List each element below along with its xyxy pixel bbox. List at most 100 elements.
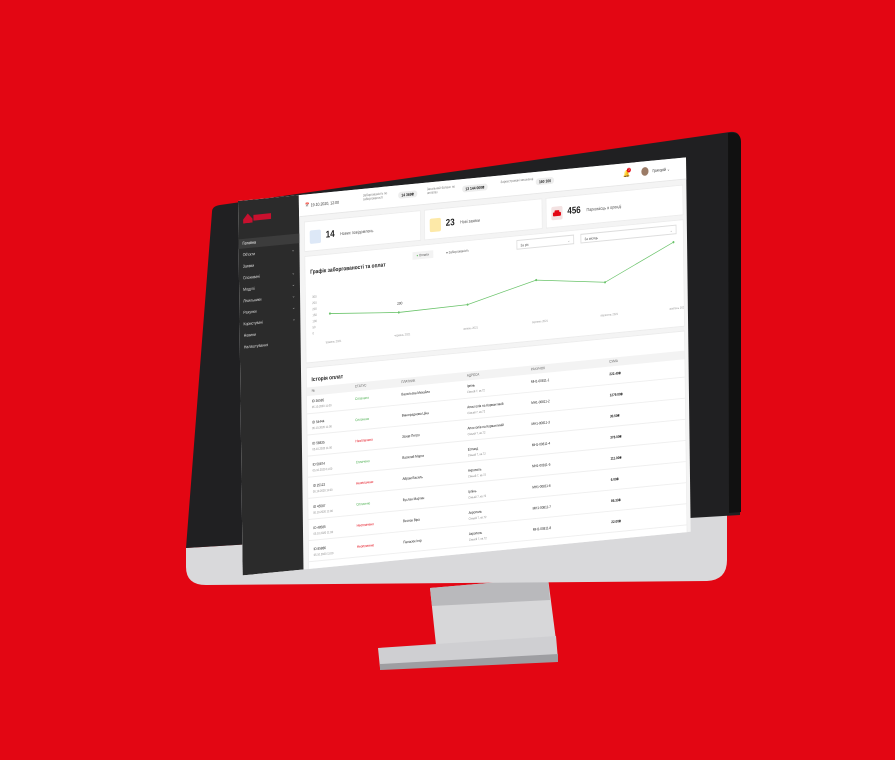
row-payer: Винограднова Ціна bbox=[401, 411, 429, 418]
row-address: Еспанд bbox=[467, 446, 479, 452]
row-id: ID 85886 bbox=[313, 546, 327, 552]
dashboard-screen: Головна Об'єкти ⌄ Заявки Споживачі ⌄ Модул… bbox=[238, 157, 691, 576]
sidebar-item-label: Заявки bbox=[242, 262, 255, 269]
sidebar-item-label: Головна bbox=[242, 239, 256, 246]
row-sum: 378.00₴ bbox=[610, 434, 622, 440]
row-account: МН1-00811-8 bbox=[532, 526, 552, 532]
request-icon bbox=[429, 217, 442, 233]
col-header-account[interactable]: РАХУНОК bbox=[531, 366, 545, 371]
x-tick-label: вересень 2021 bbox=[601, 312, 619, 318]
chart-annotation: 200 bbox=[397, 301, 402, 306]
row-address-detail: Сімьєй 7, кв.72 bbox=[468, 536, 487, 542]
card-number: 14 bbox=[325, 229, 335, 241]
data-point[interactable] bbox=[672, 241, 675, 244]
avatar[interactable] bbox=[641, 166, 649, 177]
user-menu[interactable]: Григорій ⌄ bbox=[652, 167, 669, 174]
card-number: 456 bbox=[567, 205, 581, 217]
data-point[interactable] bbox=[466, 303, 469, 306]
sidebar-item-label: Об'єкти bbox=[242, 251, 256, 258]
data-point[interactable] bbox=[397, 311, 400, 314]
row-account: МН1-00811-5 bbox=[532, 462, 551, 469]
row-id: ID 45587 bbox=[313, 503, 326, 509]
row-address-detail: Сімьєй 7, кв.72 bbox=[468, 515, 487, 521]
row-id: ID 58835 bbox=[312, 440, 325, 446]
status-badge: Неоплачено bbox=[355, 437, 373, 444]
row-date: 05.10.2020 11:00 bbox=[312, 424, 332, 431]
status-badge: Сплачено bbox=[355, 459, 370, 465]
payments-table: Історія оплат № СТАТУС ПЛАТНИК АДРЕСА РА… bbox=[305, 330, 688, 571]
row-payer: Абрам Василь bbox=[402, 475, 423, 482]
row-payer: Василий Марти bbox=[402, 453, 425, 460]
row-date: 05.10.2020 11:00 bbox=[312, 466, 333, 473]
notification-badge: 3 bbox=[626, 167, 631, 173]
row-payer: Захар Петро bbox=[401, 433, 420, 439]
status-badge: Сплачено bbox=[355, 416, 370, 423]
data-point[interactable] bbox=[535, 278, 538, 282]
row-date: 05.10.2020 11:00 bbox=[311, 403, 332, 410]
row-id: ID 36585 bbox=[311, 398, 325, 404]
row-address-detail: Сімьєй 7, кв.72 bbox=[467, 388, 485, 394]
row-address: Ірпінь bbox=[466, 383, 476, 389]
date-display: 📅 19.10.2020, 12:00 bbox=[305, 199, 340, 208]
row-id: ID 25122 bbox=[312, 482, 326, 488]
logo bbox=[243, 211, 272, 227]
chevron-down-icon: ⌄ bbox=[292, 316, 296, 323]
screen-wrap: Головна Об'єкти ⌄ Заявки Споживачі ⌄ Модул… bbox=[238, 157, 691, 576]
main-content: 📅 19.10.2020, 12:00 Заборгованість по за… bbox=[298, 157, 691, 571]
row-address: Акрополь bbox=[468, 467, 482, 473]
series-line-paid bbox=[329, 241, 674, 314]
status-badge: Сплачено bbox=[356, 501, 371, 507]
row-date: 05.10.2020 11:00 bbox=[313, 551, 334, 557]
col-header-payer[interactable]: ПЛАТНИК bbox=[401, 379, 415, 384]
chevron-down-icon: ⌄ bbox=[666, 166, 670, 172]
y-tick-label: 200 bbox=[312, 306, 317, 311]
y-tick-label: 150 bbox=[312, 313, 317, 318]
x-tick-label: травень 2021 bbox=[325, 339, 341, 345]
x-tick-label: червень 2021 bbox=[394, 332, 411, 338]
card-label: Нові заявки bbox=[460, 217, 480, 225]
sidebar-item-label: Модулі bbox=[243, 285, 255, 292]
row-address: Апостолів на Корвантиній bbox=[467, 423, 504, 431]
x-tick-label: серпень 2021 bbox=[532, 318, 549, 324]
y-tick-label: 100 bbox=[312, 319, 317, 324]
row-sum: 1279.00₴ bbox=[609, 392, 623, 398]
x-tick-label: липень 2021 bbox=[463, 325, 478, 331]
residents-label: Зареєстровані мешканці bbox=[500, 177, 534, 185]
row-account: МН1-00811-2 bbox=[531, 399, 550, 406]
row-payer: Панасюк Ігор bbox=[403, 538, 422, 545]
row-address-detail: Сімьєй 7, кв.72 bbox=[468, 472, 486, 479]
row-date: 05.10.2020 11:00 bbox=[313, 530, 334, 536]
row-id: ID 58874 bbox=[312, 461, 325, 467]
table-title: Історія оплат bbox=[311, 374, 344, 384]
row-address-detail: Сімьєй 7, кв.72 bbox=[467, 451, 486, 458]
row-date: 05.10.2020 11:00 bbox=[312, 487, 333, 494]
col-header-id[interactable]: № bbox=[312, 389, 315, 393]
col-header-address[interactable]: АДРЕСА bbox=[467, 373, 479, 378]
col-header-status[interactable]: СТАТУС bbox=[355, 384, 367, 389]
data-point[interactable] bbox=[328, 312, 331, 315]
row-sum: 6.00₴ bbox=[610, 477, 619, 482]
row-account: МН1-00811-6 bbox=[532, 483, 551, 490]
row-address: Ірпінь bbox=[468, 489, 477, 494]
status-badge: Неоплачено bbox=[356, 543, 375, 549]
message-icon bbox=[309, 229, 322, 244]
row-payer: Буслан Мартин bbox=[402, 496, 425, 503]
y-tick-label: 50 bbox=[312, 325, 315, 330]
row-sum: 222.49₴ bbox=[609, 371, 621, 377]
chevron-down-icon: ⌄ bbox=[291, 247, 295, 254]
row-address: Акрополь bbox=[468, 509, 482, 515]
residents-value: 160 100 bbox=[535, 176, 555, 186]
row-address-detail: Сімьєй 7, кв.72 bbox=[467, 430, 486, 437]
row-payer: Веснак Віра bbox=[402, 517, 420, 524]
card-label: Нових повідомлень bbox=[340, 228, 374, 237]
data-point[interactable] bbox=[604, 281, 607, 284]
row-sum: 30.50₴ bbox=[609, 413, 620, 419]
row-account: МН1-00811-1 bbox=[530, 378, 550, 384]
chevron-down-icon: ⌄ bbox=[291, 293, 296, 300]
row-payer: Васильєва Михайло bbox=[401, 389, 430, 397]
col-header-sum[interactable]: СУМА bbox=[609, 359, 618, 364]
date-text: 19.10.2020, 12:00 bbox=[310, 199, 340, 208]
row-account: МН1-00811-3 bbox=[531, 420, 550, 427]
row-address: Акрополь bbox=[468, 530, 483, 537]
user-name: Григорій bbox=[652, 166, 667, 174]
